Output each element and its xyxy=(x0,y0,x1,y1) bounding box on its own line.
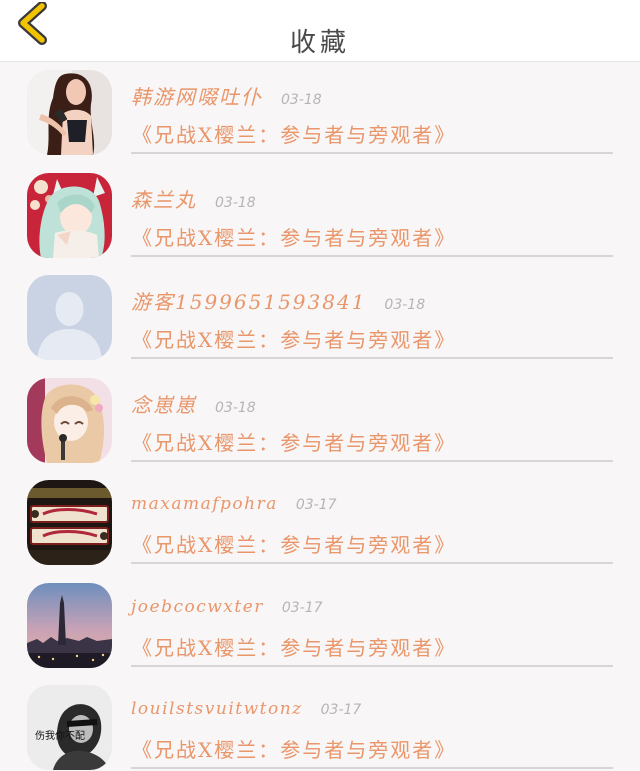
top-bar: 收藏 xyxy=(0,0,640,62)
avatar[interactable] xyxy=(27,377,112,463)
avatar[interactable] xyxy=(27,70,112,155)
topic-title[interactable]: 《兄战X樱兰：参与者与旁观者》 xyxy=(132,119,456,148)
post-date: 03-18 xyxy=(215,399,256,416)
username[interactable]: louilstsvuitwtonz 03-17 xyxy=(131,699,361,719)
topic-title[interactable]: 《兄战X樱兰：参与者与旁观者》 xyxy=(132,222,456,251)
city-skyline-avatar xyxy=(27,582,112,668)
avatar[interactable]: 伤我你不配 xyxy=(27,685,112,770)
username[interactable]: 韩游网啜吐仆 03-18 xyxy=(131,81,322,110)
favorites-list: 韩游网啜吐仆 03-18 《兄战X樱兰：参与者与旁观者》 森兰丸 03-18 《兄战… xyxy=(0,62,640,771)
post-date: 03-17 xyxy=(281,599,323,616)
list-item[interactable]: 森兰丸 03-18 《兄战X樱兰：参与者与旁观者》 xyxy=(0,165,640,268)
topic-title[interactable]: 《兄战X樱兰：参与者与旁观者》 xyxy=(132,427,456,456)
page-title: 收藏 xyxy=(289,28,350,58)
divider xyxy=(131,152,613,154)
divider xyxy=(131,357,613,359)
topic-title[interactable]: 《兄战X樱兰：参与者与旁观者》 xyxy=(132,632,456,661)
divider xyxy=(131,664,613,667)
divider xyxy=(131,254,613,257)
divider xyxy=(131,767,613,769)
username[interactable]: maxamafpohra 03-17 xyxy=(131,494,337,514)
anime-girl-flowers-avatar xyxy=(27,377,112,463)
username[interactable]: joebcocwxter 03-17 xyxy=(131,597,323,617)
default-silhouette-avatar xyxy=(27,275,112,360)
bw-photo-avatar: 伤我你不配 xyxy=(27,685,112,770)
avatar[interactable] xyxy=(27,582,112,668)
list-item[interactable]: 游客1599651593841 03-18 《兄战X樱兰：参与者与旁观者》 xyxy=(0,267,640,370)
list-item[interactable]: joebcocwxter 03-17 《兄战X樱兰：参与者与旁观者》 xyxy=(0,575,640,678)
topic-title[interactable]: 《兄战X樱兰：参与者与旁观者》 xyxy=(132,324,456,353)
divider xyxy=(131,562,613,564)
username[interactable]: 森兰丸 03-18 xyxy=(131,184,256,213)
avatar[interactable] xyxy=(27,172,112,258)
list-item[interactable]: 韩游网啜吐仆 03-18 《兄战X樱兰：参与者与旁观者》 xyxy=(0,62,640,165)
list-item[interactable]: 念崽崽 03-18 《兄战X樱兰：参与者与旁观者》 xyxy=(0,370,640,473)
divider xyxy=(131,459,613,462)
username[interactable]: 念崽崽 03-18 xyxy=(131,389,256,418)
post-date: 03-17 xyxy=(320,702,362,718)
list-item[interactable]: maxamafpohra 03-17 《兄战X樱兰：参与者与旁观者》 xyxy=(0,472,640,575)
anime-fox-girl-avatar xyxy=(27,172,112,258)
avatar[interactable] xyxy=(27,480,112,565)
username[interactable]: 游客1599651593841 03-18 xyxy=(131,286,425,315)
avatar[interactable] xyxy=(27,275,112,360)
disney-sign-avatar xyxy=(27,480,112,565)
post-date: 03-18 xyxy=(215,194,256,211)
avatar-caption: 伤我你不配 xyxy=(35,729,85,742)
list-item[interactable]: 伤我你不配 louilstsvuitwtonz 03-17 《兄战X樱兰：参与者与… xyxy=(0,677,640,771)
post-date: 03-18 xyxy=(384,297,426,313)
post-date: 03-18 xyxy=(281,92,322,108)
topic-title[interactable]: 《兄战X樱兰：参与者与旁观者》 xyxy=(132,734,456,763)
post-date: 03-17 xyxy=(295,497,337,513)
girl-portrait-avatar xyxy=(27,70,112,155)
topic-title[interactable]: 《兄战X樱兰：参与者与旁观者》 xyxy=(132,529,456,558)
